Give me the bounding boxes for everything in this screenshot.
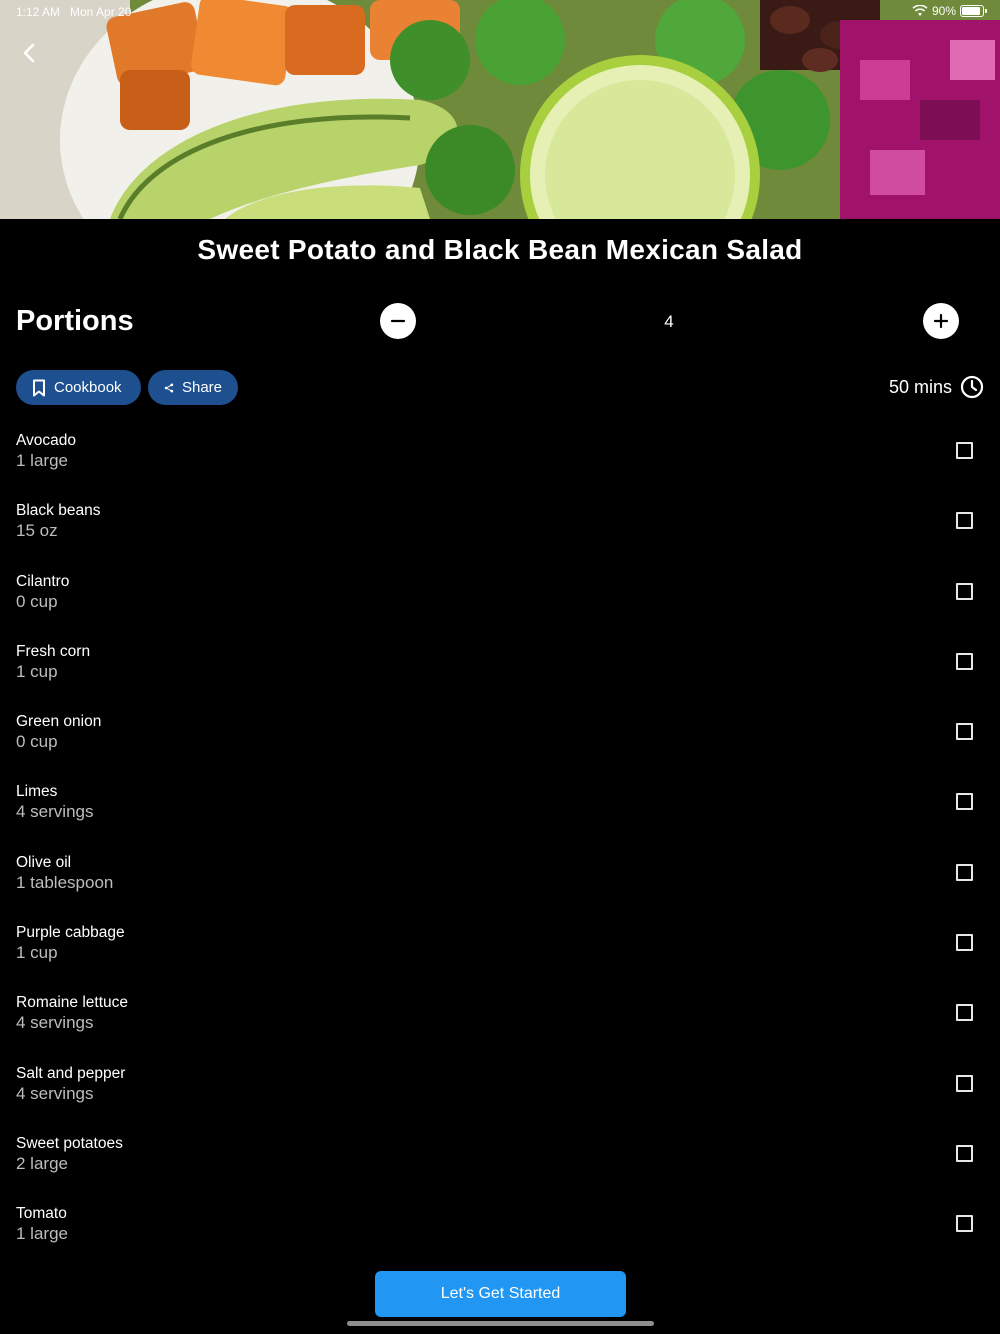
share-button[interactable]: Share [148, 370, 238, 405]
status-bar: 1:12 AM Mon Apr 20 90% [0, 0, 1000, 24]
portions-value: 4 [664, 312, 674, 331]
share-icon [164, 383, 174, 392]
decrease-portions-button[interactable] [380, 303, 416, 339]
ingredient-checkbox[interactable] [956, 1144, 973, 1162]
ingredient-row: Fresh corn 1 cup [0, 626, 1000, 696]
salad-photo [0, 0, 1000, 219]
clock-icon [960, 375, 984, 399]
ingredient-row: Olive oil 1 tablespoon [0, 837, 1000, 907]
chevron-left-icon [23, 43, 35, 63]
ingredient-quantity: 4 servings [16, 1083, 94, 1103]
battery-icon [960, 5, 987, 17]
status-right: 90% [912, 4, 987, 18]
ingredient-row: Black beans 15 oz [0, 485, 1000, 555]
bookmark-icon [33, 379, 45, 396]
ingredient-row: Limes 4 servings [0, 766, 1000, 836]
increase-portions-button[interactable] [923, 303, 959, 339]
ingredient-quantity: 1 cup [16, 943, 58, 963]
share-label: Share [181, 379, 222, 396]
ingredient-row: Tomato 1 large [0, 1188, 1000, 1258]
status-date: Mon Apr 20 [70, 5, 132, 19]
ingredient-quantity: 1 cup [16, 661, 58, 681]
home-indicator [347, 1321, 654, 1326]
ingredient-quantity: 4 servings [16, 802, 94, 822]
ingredient-checkbox[interactable] [956, 442, 973, 459]
ingredient-quantity: 4 servings [16, 1013, 94, 1033]
ingredient-name: Purple cabbage [16, 924, 125, 942]
ingredient-quantity: 0 cup [16, 732, 58, 752]
ingredient-row: Romaine lettuce 4 servings [0, 977, 1000, 1047]
ingredient-checkbox[interactable] [956, 1215, 973, 1233]
cook-time: 50 mins [889, 375, 984, 399]
ingredient-row: Avocado 1 large [0, 415, 1000, 485]
battery-percent: 90% [931, 4, 956, 18]
ingredient-name: Avocado [16, 432, 77, 449]
ingredient-row: Green onion 0 cup [0, 696, 1000, 766]
ingredient-name: Cilantro [16, 572, 70, 590]
cookbook-label: Cookbook [54, 379, 122, 396]
ingredient-checkbox[interactable] [956, 793, 973, 811]
ingredient-name: Tomato [16, 1205, 67, 1223]
ingredient-name: Limes [16, 783, 58, 801]
ingredient-quantity: 1 large [16, 1224, 68, 1244]
ingredient-name: Fresh corn [16, 642, 91, 660]
portions-label: Portions [16, 305, 134, 337]
recipe-title: Sweet Potato and Black Bean Mexican Sala… [197, 234, 803, 265]
ingredient-quantity: 2 large [16, 1153, 68, 1173]
status-time: 1:12 AM [16, 5, 61, 19]
ingredient-quantity: 1 large [16, 451, 68, 470]
ingredient-row: Salt and pepper 4 servings [0, 1048, 1000, 1118]
ingredient-checkbox[interactable] [956, 652, 973, 670]
ingredient-name: Sweet potatoes [16, 1134, 123, 1152]
ingredient-name: Romaine lettuce [16, 994, 129, 1012]
ingredient-checkbox[interactable] [956, 934, 973, 952]
ingredient-checkbox[interactable] [956, 723, 973, 741]
cook-time-label: 50 mins [888, 376, 952, 397]
ingredient-quantity: 1 tablespoon [16, 872, 114, 892]
ingredient-checkbox[interactable] [956, 582, 973, 600]
start-button[interactable]: Let's Get Started [375, 1271, 626, 1317]
ingredient-checkbox[interactable] [956, 1074, 973, 1092]
recipe-hero-image [0, 0, 1000, 219]
ingredients-list: Avocado 1 large Black beans 15 oz Cilantro 0 … [0, 415, 1000, 1259]
ingredient-row: Cilantro 0 cup [0, 556, 1000, 626]
ingredient-name: Olive oil [16, 853, 72, 871]
ingredient-checkbox[interactable] [956, 512, 973, 530]
minus-icon [390, 319, 406, 323]
plus-icon [933, 313, 949, 329]
ingredient-quantity: 0 cup [16, 591, 58, 611]
ingredient-row: Sweet potatoes 2 large [0, 1118, 1000, 1188]
ingredient-checkbox[interactable] [956, 1004, 973, 1022]
ingredient-row: Purple cabbage 1 cup [0, 907, 1000, 977]
ingredient-checkbox[interactable] [956, 863, 973, 881]
ingredient-name: Black beans [16, 502, 101, 520]
ingredient-name: Salt and pepper [16, 1064, 126, 1082]
ingredient-name: Green onion [16, 713, 102, 731]
ingredient-quantity: 15 oz [16, 521, 58, 541]
back-button[interactable] [14, 38, 44, 68]
cookbook-button[interactable]: Cookbook [16, 370, 141, 405]
wifi-icon [912, 5, 928, 16]
